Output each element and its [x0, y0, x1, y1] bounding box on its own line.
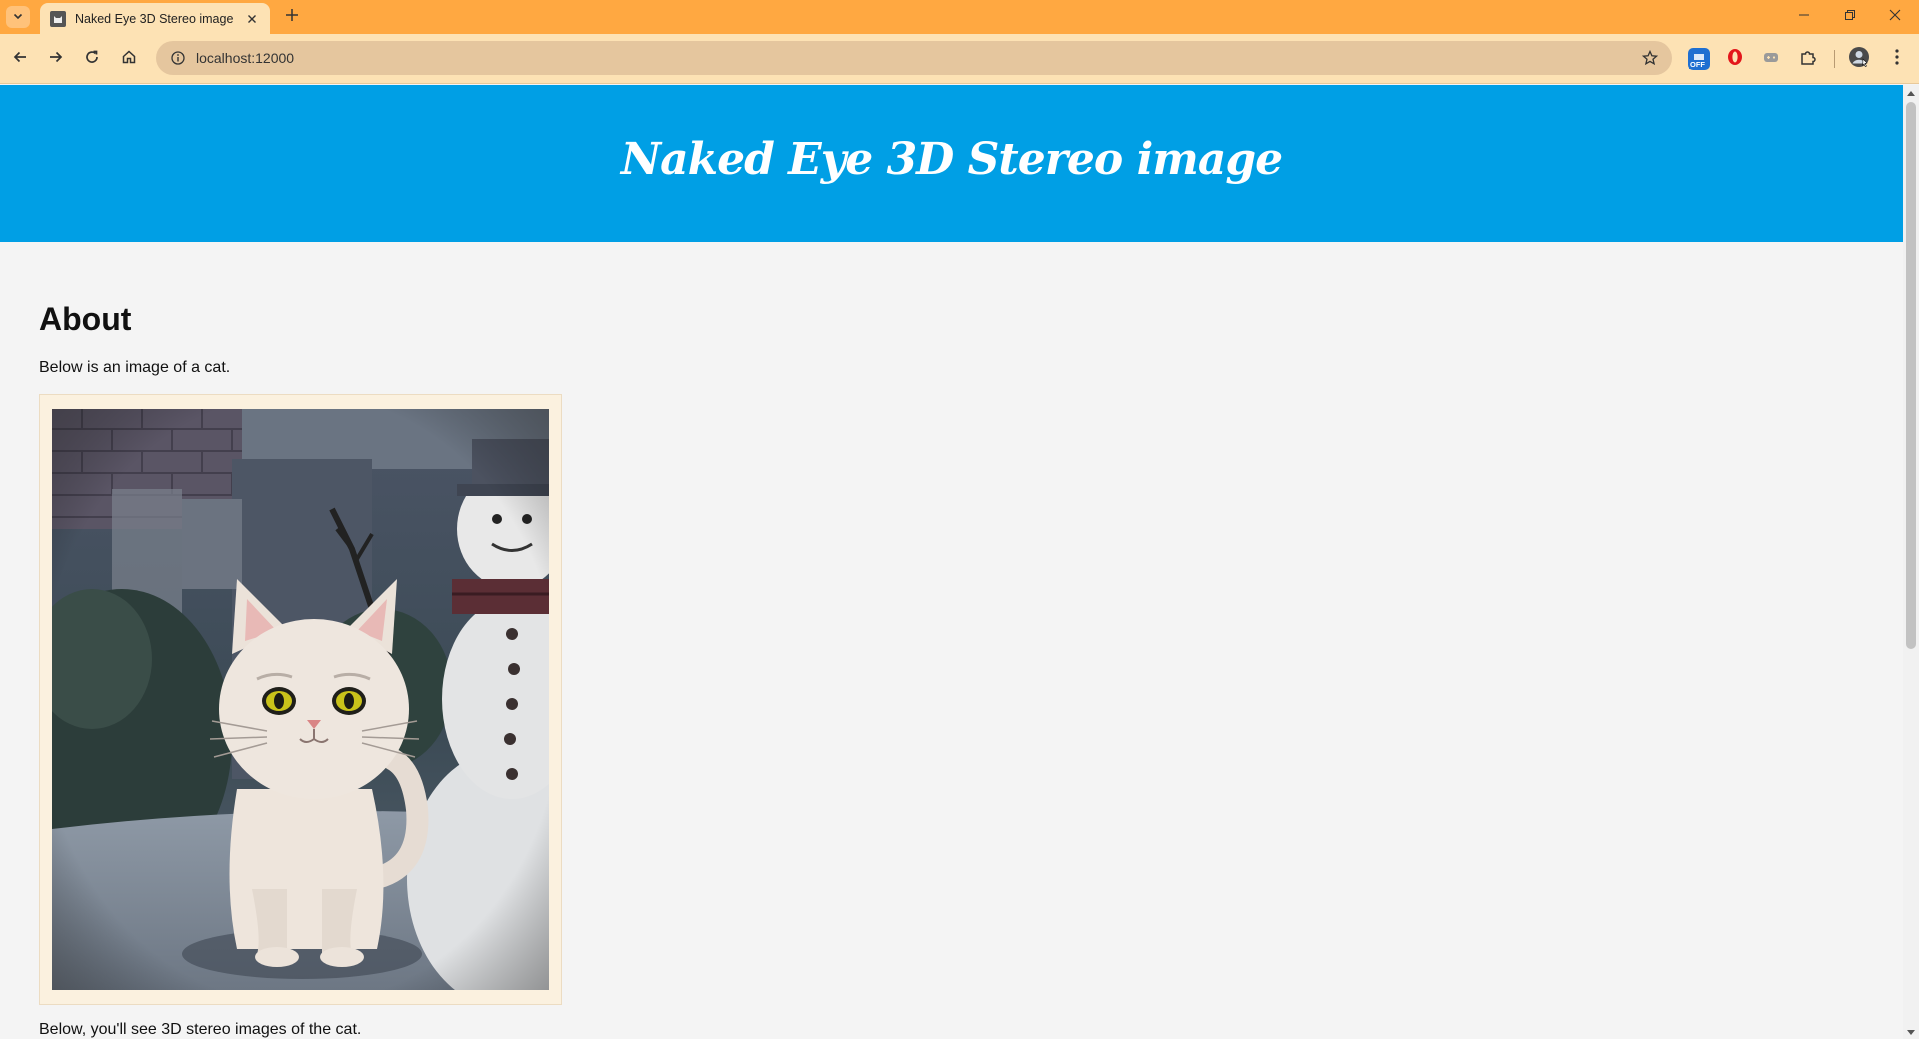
- gamepad-extension-button[interactable]: [1758, 46, 1784, 72]
- main-content: About Below is an image of a cat. Below,…: [0, 301, 1903, 1039]
- info-icon[interactable]: [168, 48, 188, 68]
- extension-off-button[interactable]: OFF: [1686, 46, 1712, 72]
- triangle-up-icon: [1907, 83, 1915, 101]
- close-icon[interactable]: [244, 11, 260, 27]
- reload-button[interactable]: [80, 47, 104, 71]
- restore-icon: [1844, 8, 1856, 26]
- star-icon[interactable]: [1640, 48, 1660, 68]
- extension-off-icon: OFF: [1688, 48, 1710, 70]
- cat-image-frame: [39, 394, 562, 1005]
- extensions-button[interactable]: [1795, 46, 1821, 72]
- forward-button[interactable]: [44, 47, 68, 71]
- site-header: Naked Eye 3D Stereo image: [0, 85, 1903, 242]
- about-heading: About: [39, 301, 132, 337]
- tab-strip: Naked Eye 3D Stereo image: [0, 0, 1919, 34]
- triangle-down-icon: [1907, 1023, 1915, 1039]
- site-title: Naked Eye 3D Stereo image: [620, 134, 1283, 185]
- minimize-icon: [1798, 8, 1810, 26]
- scroll-up-button[interactable]: [1903, 85, 1919, 99]
- opera-icon: [1726, 48, 1744, 71]
- home-icon: [121, 49, 137, 70]
- scrollbar-thumb[interactable]: [1906, 102, 1916, 649]
- puzzle-icon: [1799, 48, 1817, 71]
- new-tab-button[interactable]: [282, 7, 302, 27]
- close-icon: [1889, 8, 1901, 26]
- close-window-button[interactable]: [1880, 5, 1910, 29]
- cat-favicon-icon: [50, 10, 66, 27]
- reload-icon: [84, 49, 100, 70]
- followup-text: Below, you'll see 3D stereo images of th…: [39, 1021, 362, 1038]
- minimize-button[interactable]: [1789, 5, 1819, 29]
- tab-title: Naked Eye 3D Stereo image: [75, 11, 234, 26]
- restore-button[interactable]: [1835, 5, 1865, 29]
- arrow-left-icon: [12, 49, 28, 70]
- browser-menu-button[interactable]: [1884, 46, 1910, 72]
- chevron-down-icon: [13, 8, 23, 26]
- page-scrollbar[interactable]: [1903, 85, 1919, 1039]
- profile-button[interactable]: [1846, 46, 1872, 72]
- arrow-right-icon: [48, 49, 64, 70]
- cat-image: [52, 409, 549, 990]
- url-text[interactable]: localhost:12000: [196, 50, 294, 66]
- toolbar-separator: [1834, 50, 1835, 68]
- browser-toolbar: localhost:12000 OFF: [0, 34, 1919, 84]
- address-bar[interactable]: localhost:12000: [156, 41, 1672, 75]
- page-viewport: Naked Eye 3D Stereo image About Below is…: [0, 85, 1903, 1039]
- kebab-menu-icon: [1894, 48, 1900, 71]
- plus-icon: [285, 8, 299, 27]
- home-button[interactable]: [117, 47, 141, 71]
- intro-text: Below is an image of a cat.: [39, 359, 231, 376]
- gamepad-icon: [1762, 48, 1780, 71]
- back-button[interactable]: [8, 47, 32, 71]
- off-badge: OFF: [1689, 60, 1706, 69]
- avatar-icon: [1848, 46, 1870, 73]
- active-tab[interactable]: Naked Eye 3D Stereo image: [40, 3, 270, 34]
- tab-search-button[interactable]: [6, 6, 30, 28]
- scroll-down-button[interactable]: [1903, 1025, 1919, 1039]
- opera-extension-button[interactable]: [1722, 46, 1748, 72]
